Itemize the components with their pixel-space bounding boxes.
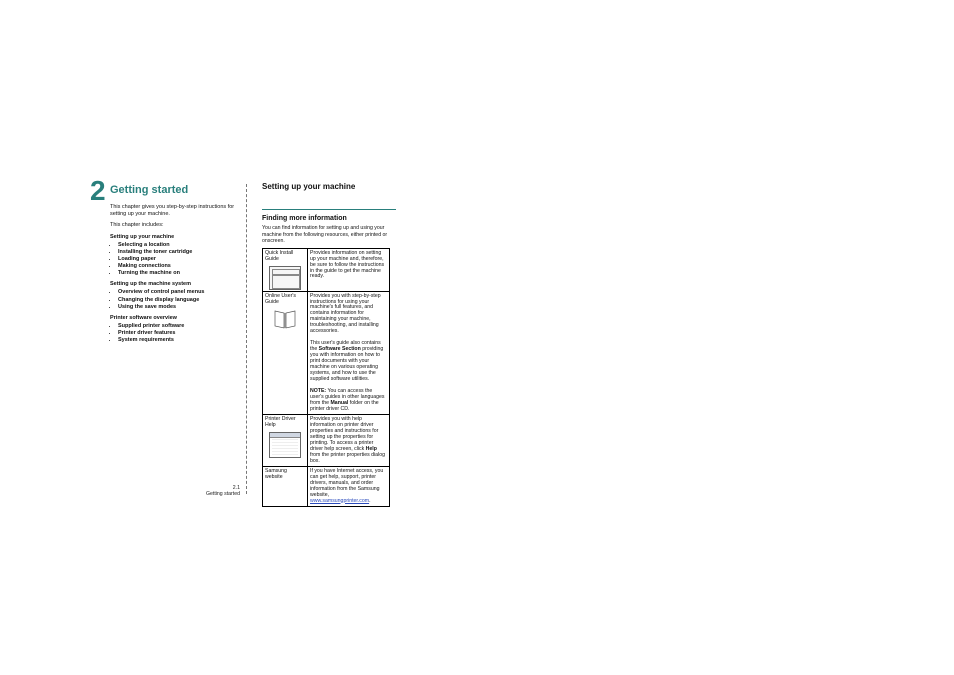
section-heading: Setting up your machine — [262, 182, 396, 191]
toc-section-b: Setting up the machine system — [110, 281, 240, 287]
chapter-intro: This chapter gives you step-by-step inst… — [110, 204, 240, 217]
includes-label: This chapter includes: — [110, 222, 240, 229]
toc-item[interactable]: Changing the display language — [118, 297, 240, 304]
quick-install-icon — [269, 266, 301, 290]
resource-name: Printer Driver Help — [265, 416, 296, 428]
desc-text: Provides you with step-by-step instructi… — [310, 293, 381, 335]
desc-text: from the printer properties dialog box. — [310, 452, 385, 464]
resource-name: Samsung website — [265, 468, 287, 480]
resource-desc: Provides information on setting up your … — [308, 249, 390, 292]
toc-item[interactable]: Selecting a location — [118, 242, 240, 249]
toc-item[interactable]: Overview of control panel menus — [118, 289, 240, 296]
toc-item[interactable]: Supplied printer software — [118, 323, 240, 330]
resource-desc: Provides you with help information on pr… — [308, 415, 390, 467]
resource-name: Quick Install Guide — [265, 250, 293, 262]
open-book-icon — [273, 308, 297, 330]
table-row: Printer Driver Help Provides you with he… — [263, 415, 390, 467]
toc-item[interactable]: Loading paper — [118, 256, 240, 263]
column-divider — [246, 184, 247, 494]
toc-section-a: Setting up your machine — [110, 234, 240, 240]
toc-list-b: Overview of control panel menus Changing… — [110, 289, 240, 310]
resource-cell: Quick Install Guide — [263, 249, 308, 292]
toc-section-c: Printer software overview — [110, 315, 240, 321]
website-link[interactable]: www.samsungprinter.com — [310, 498, 369, 504]
chapter-title: Getting started — [110, 184, 240, 196]
subsection-intro: You can find information for setting up … — [262, 225, 396, 244]
toc-item[interactable]: Making connections — [118, 263, 240, 270]
toc-item[interactable]: Turning the machine on — [118, 270, 240, 277]
resource-name: Online User's Guide — [265, 293, 296, 305]
resource-cell: Online User's Guide — [263, 292, 308, 415]
resource-desc: Provides you with step-by-step instructi… — [308, 292, 390, 415]
resource-cell: Samsung website — [263, 467, 308, 507]
dialog-window-icon — [269, 432, 301, 458]
info-table: Quick Install Guide Provides information… — [262, 248, 390, 507]
toc-list-c: Supplied printer software Printer driver… — [110, 323, 240, 344]
right-column: Setting up your machine Finding more inf… — [262, 182, 396, 507]
table-row: Online User's Guide Provides you with st… — [263, 292, 390, 415]
toc-item[interactable]: Installing the toner cartridge — [118, 249, 240, 256]
heading-underline — [262, 209, 396, 210]
desc-text: If you have Internet access, you can get… — [310, 468, 383, 498]
resource-cell: Printer Driver Help — [263, 415, 308, 467]
document-page: 2 Getting started This chapter gives you… — [0, 0, 954, 675]
desc-text: Provides information on setting up your … — [310, 250, 384, 280]
left-column: Getting started This chapter gives you s… — [110, 184, 240, 347]
toc-item[interactable]: System requirements — [118, 337, 240, 344]
desc-text: providing you with information on how to… — [310, 346, 383, 382]
toc-list-a: Selecting a location Installing the tone… — [110, 242, 240, 278]
toc-item[interactable]: Printer driver features — [118, 330, 240, 337]
table-row: Quick Install Guide Provides information… — [263, 249, 390, 292]
footer-label: Getting started — [206, 491, 240, 497]
subsection-heading: Finding more information — [262, 215, 396, 222]
table-row: Samsung website If you have Internet acc… — [263, 467, 390, 507]
chapter-number: 2 — [90, 175, 106, 207]
toc-item[interactable]: Using the save modes — [118, 304, 240, 311]
resource-desc: If you have Internet access, you can get… — [308, 467, 390, 507]
page-footer: 2.1 Getting started — [110, 485, 240, 497]
